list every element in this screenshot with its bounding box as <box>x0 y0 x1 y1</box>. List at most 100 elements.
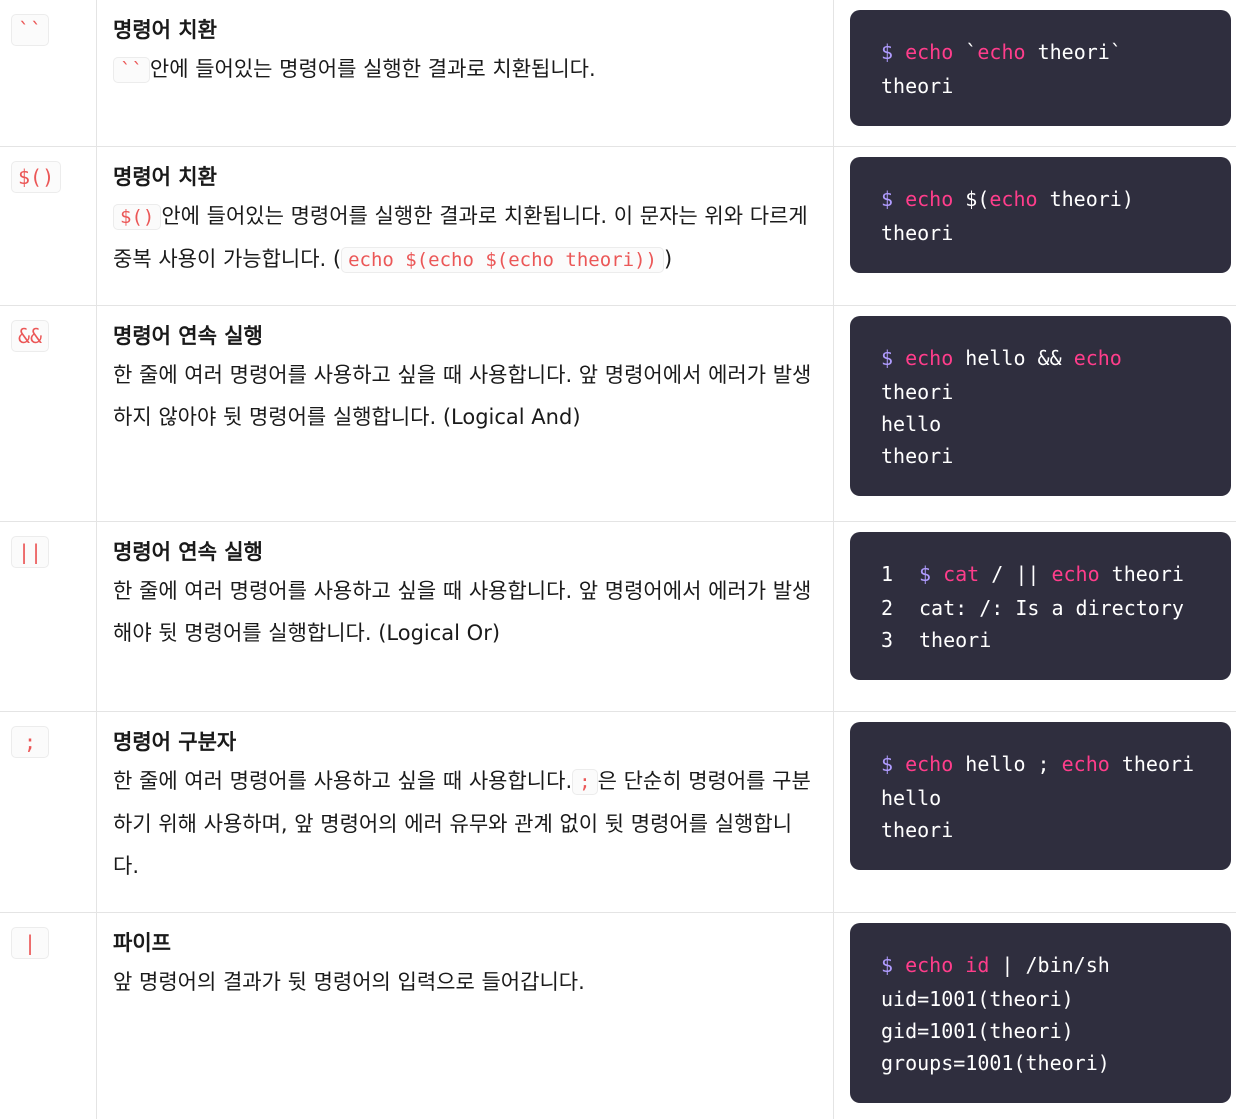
line-number: 3 <box>881 624 919 656</box>
symbol-cell: `` <box>0 0 97 146</box>
row-body: 앞 명령어의 결과가 뒷 명령어의 입력으로 들어갑니다. <box>113 961 817 1003</box>
code-line: $ echo hello && echo <box>881 340 1200 376</box>
inline-code: `` <box>113 57 150 83</box>
code-text: theori` <box>1026 40 1122 64</box>
row-body: 한 줄에 여러 명령어를 사용하고 싶을 때 사용합니다. 앞 명령어에서 에러… <box>113 570 817 654</box>
example-cell: $ echo hello ; echo theori hello theori <box>834 711 1236 912</box>
body-text: 안에 들어있는 명령어를 실행한 결과로 치환됩니다. <box>150 57 596 81</box>
description: 명령어 연속 실행한 줄에 여러 명령어를 사용하고 싶을 때 사용합니다. 앞… <box>97 306 833 438</box>
code-prompt: $ <box>881 752 905 776</box>
inline-code: $() <box>113 204 161 230</box>
example-cell: $ echo $(echo theori) theori <box>834 146 1236 305</box>
code-keyword: echo <box>905 40 953 64</box>
code-text: theori) <box>1038 187 1134 211</box>
symbol-badge: $() <box>11 161 61 193</box>
code-prompt: $ <box>881 953 905 977</box>
code-text: theori <box>1100 562 1184 586</box>
symbol-badge: | <box>11 927 49 959</box>
code-keyword: echo <box>1051 562 1099 586</box>
description: 명령어 구분자한 줄에 여러 명령어를 사용하고 싶을 때 사용합니다.;은 단… <box>97 712 833 887</box>
code-line: groups=1001(theori) <box>881 1047 1200 1079</box>
code-line: theori <box>881 217 1200 249</box>
row-title: 명령어 치환 <box>113 161 817 193</box>
code-text: ` <box>953 40 977 64</box>
code-line: $ echo `echo theori` <box>881 34 1200 70</box>
code-line: theori <box>881 376 1200 408</box>
code-prompt: $ <box>919 562 943 586</box>
symbol-cell: && <box>0 305 97 521</box>
code-line: $ echo hello ; echo theori <box>881 746 1200 782</box>
code-block: $ echo `echo theori` theori <box>850 10 1231 126</box>
row-title: 명령어 치환 <box>113 14 817 46</box>
code-line: 2cat: /: Is a directory <box>881 592 1200 624</box>
code-keyword: echo id <box>905 953 989 977</box>
symbol-cell: $() <box>0 146 97 305</box>
code-text: hello <box>881 786 941 810</box>
code-text: theori <box>881 221 953 245</box>
line-number: 2 <box>881 592 919 624</box>
table-row: ;명령어 구분자한 줄에 여러 명령어를 사용하고 싶을 때 사용합니다.;은 … <box>0 711 1236 912</box>
row-body: ``안에 들어있는 명령어를 실행한 결과로 치환됩니다. <box>113 48 817 91</box>
body-text: ) <box>664 247 672 271</box>
code-text: theori <box>881 444 953 468</box>
description: 명령어 치환``안에 들어있는 명령어를 실행한 결과로 치환됩니다. <box>97 0 833 91</box>
code-line: hello <box>881 782 1200 814</box>
code-prompt: $ <box>881 40 905 64</box>
symbol-badge: || <box>11 536 49 568</box>
code-text: theori <box>1110 752 1194 776</box>
line-number: 1 <box>881 556 919 592</box>
code-block: $ echo hello && echo theori hello theori <box>850 316 1231 496</box>
code-line: $ echo $(echo theori) <box>881 181 1200 217</box>
code-prompt: $ <box>881 346 905 370</box>
symbol-badge: ; <box>11 726 49 758</box>
example-cell: $ echo `echo theori` theori <box>834 0 1236 146</box>
code-keyword: echo <box>1074 346 1122 370</box>
code-text: theori <box>881 380 953 404</box>
code-block: 1$ cat / || echo theori2cat: /: Is a dir… <box>850 532 1231 680</box>
description-cell: 명령어 치환$()안에 들어있는 명령어를 실행한 결과로 치환됩니다. 이 문… <box>97 146 834 305</box>
code-text: theori <box>881 74 953 98</box>
body-text: 한 줄에 여러 명령어를 사용하고 싶을 때 사용합니다. <box>113 769 572 793</box>
description: 명령어 치환$()안에 들어있는 명령어를 실행한 결과로 치환됩니다. 이 문… <box>97 147 833 281</box>
code-line: 1$ cat / || echo theori <box>881 556 1200 592</box>
code-text: hello <box>881 412 941 436</box>
code-line: hello <box>881 408 1200 440</box>
code-keyword: echo <box>1062 752 1110 776</box>
metacharacter-table: ``명령어 치환``안에 들어있는 명령어를 실행한 결과로 치환됩니다.$ e… <box>0 0 1236 1119</box>
code-text: / || <box>979 562 1051 586</box>
body-text: 한 줄에 여러 명령어를 사용하고 싶을 때 사용합니다. 앞 명령어에서 에러… <box>113 579 811 645</box>
code-keyword: echo <box>977 40 1025 64</box>
table-row: $()명령어 치환$()안에 들어있는 명령어를 실행한 결과로 치환됩니다. … <box>0 146 1236 305</box>
symbol-cell: || <box>0 521 97 711</box>
code-text: theori <box>881 818 953 842</box>
inline-code: ; <box>572 769 597 795</box>
table-row: |파이프앞 명령어의 결과가 뒷 명령어의 입력으로 들어갑니다.$ echo … <box>0 912 1236 1119</box>
code-line: theori <box>881 440 1200 472</box>
code-text: gid=1001(theori) <box>881 1019 1074 1043</box>
symbol-cell: | <box>0 912 97 1119</box>
code-text: hello && <box>953 346 1073 370</box>
row-title: 파이프 <box>113 927 817 959</box>
description-cell: 명령어 치환``안에 들어있는 명령어를 실행한 결과로 치환됩니다. <box>97 0 834 146</box>
row-title: 명령어 구분자 <box>113 726 817 758</box>
row-title: 명령어 연속 실행 <box>113 536 817 568</box>
table-row: &&명령어 연속 실행한 줄에 여러 명령어를 사용하고 싶을 때 사용합니다.… <box>0 305 1236 521</box>
code-keyword: echo <box>905 346 953 370</box>
code-text: | /bin/sh <box>989 953 1109 977</box>
description: 파이프앞 명령어의 결과가 뒷 명령어의 입력으로 들어갑니다. <box>97 913 833 1003</box>
table-row: || 명령어 연속 실행한 줄에 여러 명령어를 사용하고 싶을 때 사용합니다.… <box>0 521 1236 711</box>
row-title: 명령어 연속 실행 <box>113 320 817 352</box>
example-cell: $ echo id | /bin/sh uid=1001(theori) gid=1… <box>834 912 1236 1119</box>
code-text: cat: /: Is a directory <box>919 596 1184 620</box>
inline-code: echo $(echo $(echo theori)) <box>341 247 664 273</box>
body-text: 앞 명령어의 결과가 뒷 명령어의 입력으로 들어갑니다. <box>113 970 585 994</box>
row-body: $()안에 들어있는 명령어를 실행한 결과로 치환됩니다. 이 문자는 위와 … <box>113 195 817 281</box>
table-row: ``명령어 치환``안에 들어있는 명령어를 실행한 결과로 치환됩니다.$ e… <box>0 0 1236 146</box>
code-text: hello ; <box>953 752 1061 776</box>
code-text: uid=1001(theori) <box>881 987 1074 1011</box>
code-line: theori <box>881 70 1200 102</box>
example-cell: $ echo hello && echo theori hello theori <box>834 305 1236 521</box>
code-keyword: echo <box>989 187 1037 211</box>
code-line: gid=1001(theori) <box>881 1015 1200 1047</box>
code-block: $ echo $(echo theori) theori <box>850 157 1231 273</box>
